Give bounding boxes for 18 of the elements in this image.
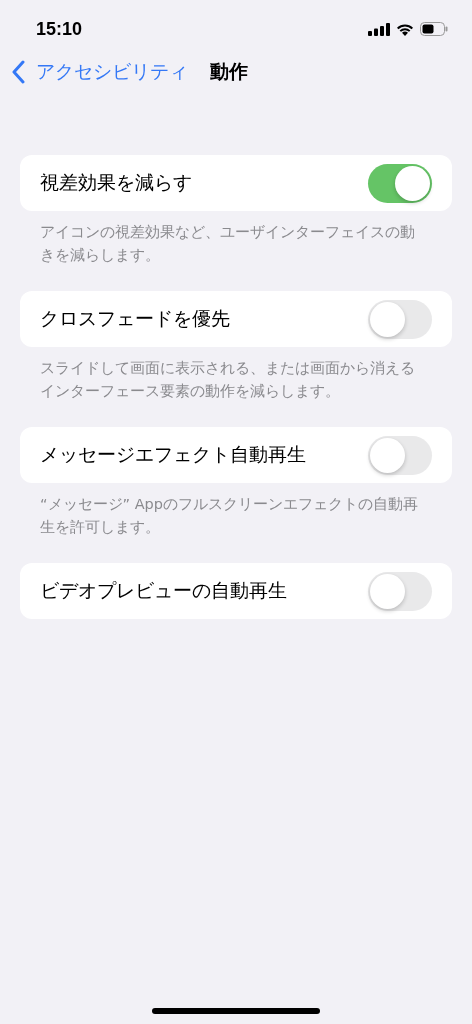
- wifi-icon: [396, 22, 414, 36]
- page-title: 動作: [210, 59, 248, 84]
- setting-label: 視差効果を減らす: [40, 170, 192, 195]
- signal-icon: [368, 22, 390, 36]
- toggle-switch[interactable]: [368, 163, 432, 203]
- status-time: 15:10: [36, 18, 83, 40]
- setting-description: スライドして画面に表示される、または画面から消えるインターフェース要素の動作を減らします。: [40, 359, 416, 401]
- back-button[interactable]: アクセシビリティ: [12, 59, 188, 85]
- setting-description: “メッセージ” Appのフルスクリーンエフェクトの自動再生を許可します。: [40, 495, 419, 537]
- setting-label: クロスフェードを優先: [40, 306, 230, 331]
- toggle-switch[interactable]: [368, 299, 432, 339]
- setting-label: メッセージエフェクト自動再生: [40, 442, 306, 467]
- setting-description: アイコンの視差効果など、ユーザインターフェイスの動きを減らします。: [40, 223, 416, 265]
- setting-label: ビデオプレビューの自動再生: [40, 578, 287, 603]
- back-chevron-icon: [12, 60, 26, 84]
- toggle-switch[interactable]: [368, 571, 432, 611]
- battery-icon: [420, 22, 448, 36]
- toggle-switch[interactable]: [368, 435, 432, 475]
